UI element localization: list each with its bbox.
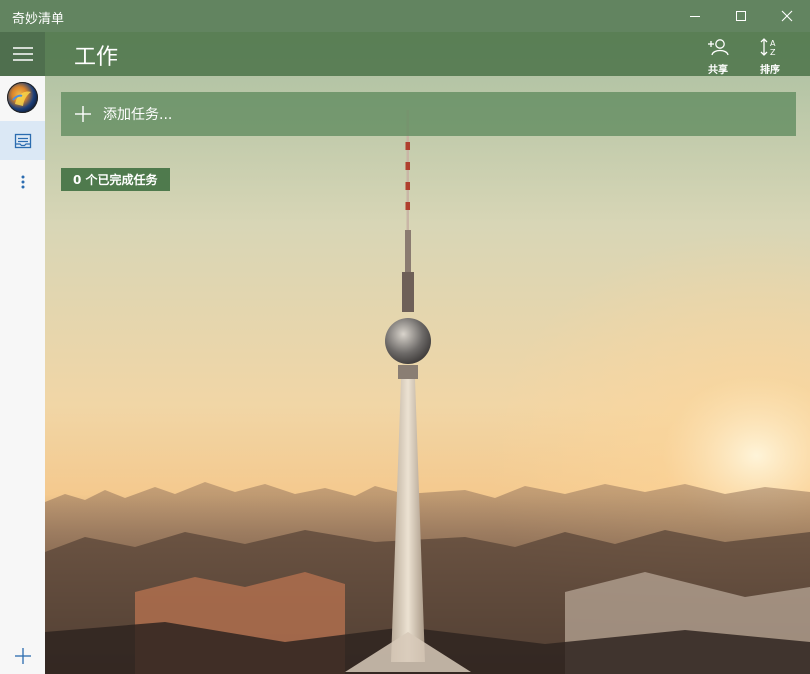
sort-az-icon: A Z (760, 38, 776, 57)
sort-label: 排序 (760, 65, 780, 76)
sort-button[interactable]: A Z 排序 (750, 38, 790, 76)
add-task-placeholder: 添加任务... (103, 107, 173, 123)
more-vertical-icon (21, 175, 24, 189)
avatar-image (12, 91, 31, 106)
close-button[interactable] (764, 0, 810, 32)
main-content: 工作 共享 A Z 排序 添加任务... 0 个已完成任务 (45, 32, 810, 674)
list-title[interactable]: 工作 (74, 39, 118, 71)
maximize-icon (736, 11, 746, 21)
completed-tasks-toggle[interactable]: 0 个已完成任务 (61, 168, 170, 191)
minimize-icon (690, 16, 700, 17)
hamburger-icon (12, 47, 33, 61)
app-title: 奇妙清单 (12, 12, 65, 27)
add-task-input[interactable]: 添加任务... (61, 92, 796, 136)
add-person-icon (708, 39, 729, 56)
add-list-button[interactable] (0, 638, 45, 674)
list-header: 工作 共享 A Z 排序 (45, 32, 810, 76)
minimize-button[interactable] (672, 0, 718, 32)
svg-text:Z: Z (770, 48, 776, 56)
share-button[interactable]: 共享 (698, 38, 738, 76)
plus-icon (75, 106, 91, 122)
maximize-button[interactable] (718, 0, 764, 32)
close-icon (781, 10, 793, 22)
hamburger-menu-button[interactable] (0, 32, 45, 76)
sidebar-item-list[interactable] (0, 121, 45, 160)
more-options-button[interactable] (0, 168, 45, 196)
list-inbox-icon (14, 133, 31, 148)
plus-icon (14, 648, 31, 664)
user-avatar[interactable] (7, 82, 38, 113)
title-bar: 奇妙清单 (0, 0, 810, 32)
svg-text:A: A (770, 39, 776, 48)
left-rail (0, 32, 45, 674)
share-label: 共享 (708, 65, 728, 76)
